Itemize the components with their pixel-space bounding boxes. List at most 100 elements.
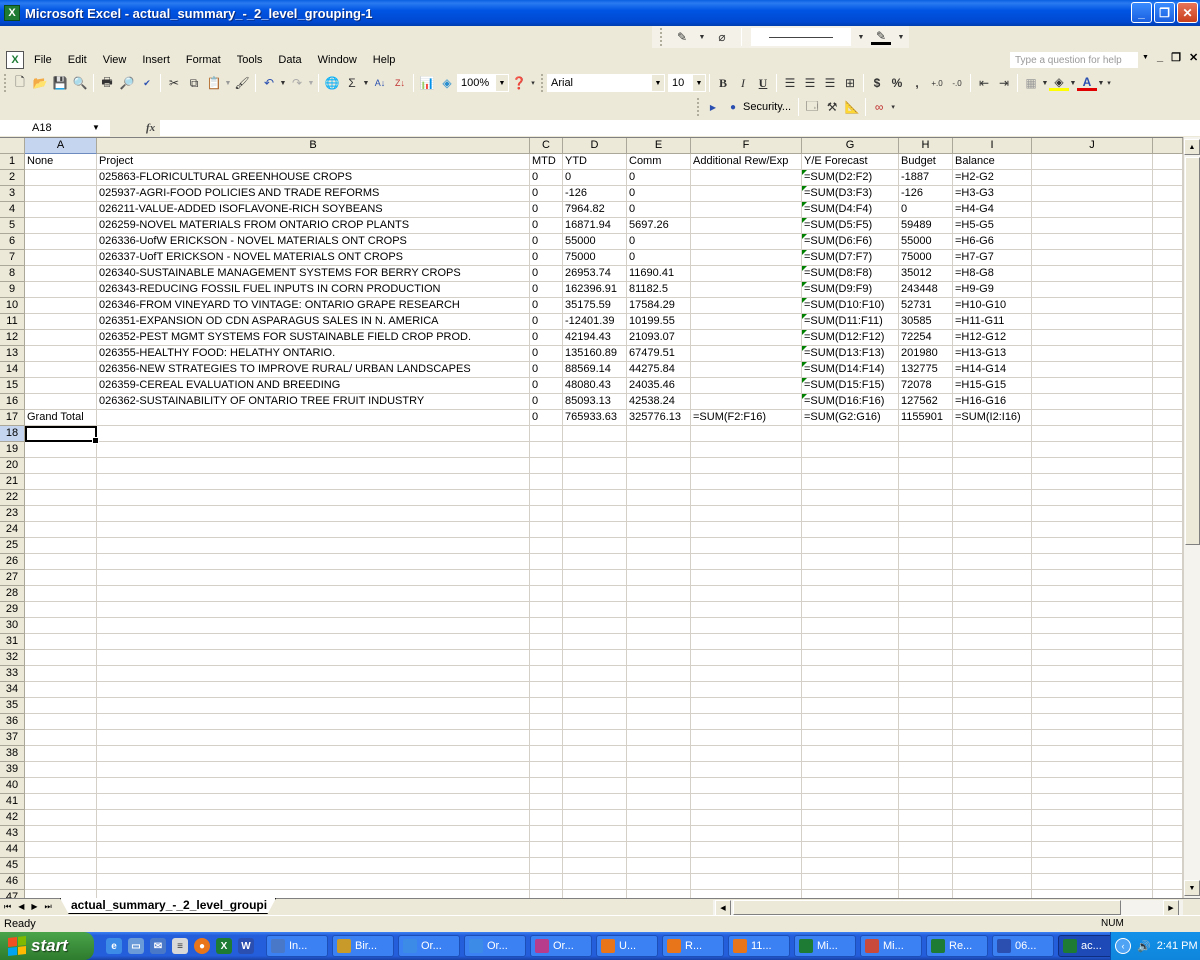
cell-j39[interactable] [1032,762,1153,778]
cell-k11[interactable] [1153,314,1183,330]
cell-a7[interactable] [25,250,97,266]
cell-h14[interactable]: 132775 [899,362,953,378]
cut-icon[interactable]: ✂ [164,73,184,93]
cell-j35[interactable] [1032,698,1153,714]
cell-a15[interactable] [25,378,97,394]
cell-k3[interactable] [1153,186,1183,202]
cell-c31[interactable] [530,634,563,650]
cell-e24[interactable] [627,522,691,538]
cell-c44[interactable] [530,842,563,858]
decrease-decimal-icon[interactable]: -.0 [947,73,967,93]
cell-g30[interactable] [802,618,899,634]
cell-c35[interactable] [530,698,563,714]
cell-d20[interactable] [563,458,627,474]
cell-c11[interactable]: 0 [530,314,563,330]
cell-e16[interactable]: 42538.24 [627,394,691,410]
font-size-combo[interactable]: 10 ▼ [668,74,706,92]
restore-button[interactable]: ❐ [1154,2,1175,23]
cell-a22[interactable] [25,490,97,506]
format-painter-icon[interactable]: 🖌 [232,73,252,93]
cell-g7[interactable]: =SUM(D7:F7) [802,250,899,266]
cell-f7[interactable] [691,250,802,266]
cell-i3[interactable]: =H3-G3 [953,186,1032,202]
cell-a8[interactable] [25,266,97,282]
cell-b33[interactable] [97,666,530,682]
cell-h10[interactable]: 52731 [899,298,953,314]
cell-i1[interactable]: Balance [953,154,1032,170]
cell-c12[interactable]: 0 [530,330,563,346]
fill-color-icon[interactable]: ◈ [1049,75,1069,91]
row-header-43[interactable]: 43 [0,826,25,842]
word-icon[interactable]: W [238,938,254,954]
cell-c14[interactable]: 0 [530,362,563,378]
cell-e42[interactable] [627,810,691,826]
cell-g18[interactable] [802,426,899,442]
cell-f16[interactable] [691,394,802,410]
toolbar-grip[interactable] [697,98,700,116]
cell-f3[interactable] [691,186,802,202]
cell-e23[interactable] [627,506,691,522]
cell-j23[interactable] [1032,506,1153,522]
cell-e39[interactable] [627,762,691,778]
drawing-icon[interactable]: ◈ [437,73,457,93]
taskbar-button[interactable]: Or... [464,935,526,957]
cell-j18[interactable] [1032,426,1153,442]
chevron-down-icon[interactable]: ▼ [698,27,706,47]
cell-a46[interactable] [25,874,97,890]
cell-k26[interactable] [1153,554,1183,570]
row-header-46[interactable]: 46 [0,874,25,890]
cell-e41[interactable] [627,794,691,810]
cell-i32[interactable] [953,650,1032,666]
row-header-37[interactable]: 37 [0,730,25,746]
cell-f28[interactable] [691,586,802,602]
menu-edit[interactable]: Edit [60,54,95,66]
cell-d31[interactable] [563,634,627,650]
cell-e18[interactable] [627,426,691,442]
row-header-35[interactable]: 35 [0,698,25,714]
horizontal-scroll-thumb[interactable] [733,900,1121,915]
row-header-47[interactable]: 47 [0,890,25,898]
cell-g40[interactable] [802,778,899,794]
font-color-icon[interactable]: A [1077,75,1097,91]
cell-a26[interactable] [25,554,97,570]
menu-tools[interactable]: Tools [229,54,271,66]
cell-h46[interactable] [899,874,953,890]
cell-g2[interactable]: =SUM(D2:F2) [802,170,899,186]
cell-h29[interactable] [899,602,953,618]
cell-b2[interactable]: 025863-FLORICULTURAL GREENHOUSE CROPS [97,170,530,186]
chevron-down-icon[interactable]: ▼ [1069,73,1077,93]
vertical-scrollbar[interactable]: ▲ ▼ [1183,137,1200,898]
cell-f31[interactable] [691,634,802,650]
cell-i36[interactable] [953,714,1032,730]
cell-f24[interactable] [691,522,802,538]
cell-d30[interactable] [563,618,627,634]
help-icon[interactable]: ❓ [509,73,529,93]
cell-k24[interactable] [1153,522,1183,538]
cell-h26[interactable] [899,554,953,570]
cell-d47[interactable] [563,890,627,898]
cell-h23[interactable] [899,506,953,522]
open-icon[interactable]: 📂 [30,73,50,93]
row-header-38[interactable]: 38 [0,746,25,762]
cell-k15[interactable] [1153,378,1183,394]
cell-e11[interactable]: 10199.55 [627,314,691,330]
cell-j37[interactable] [1032,730,1153,746]
cell-k10[interactable] [1153,298,1183,314]
cell-i41[interactable] [953,794,1032,810]
cell-j16[interactable] [1032,394,1153,410]
cell-c34[interactable] [530,682,563,698]
cell-c23[interactable] [530,506,563,522]
cell-e38[interactable] [627,746,691,762]
cell-b10[interactable]: 026346-FROM VINEYARD TO VINTAGE: ONTARIO… [97,298,530,314]
cell-d24[interactable] [563,522,627,538]
cell-b39[interactable] [97,762,530,778]
cell-b43[interactable] [97,826,530,842]
cell-j15[interactable] [1032,378,1153,394]
cell-h20[interactable] [899,458,953,474]
cell-g16[interactable]: =SUM(D16:F16) [802,394,899,410]
cell-k14[interactable] [1153,362,1183,378]
cell-f17[interactable]: =SUM(F2:F16) [691,410,802,426]
row-header-9[interactable]: 9 [0,282,25,298]
toolbar-options-icon[interactable]: ▾ [889,97,897,117]
cell-a12[interactable] [25,330,97,346]
